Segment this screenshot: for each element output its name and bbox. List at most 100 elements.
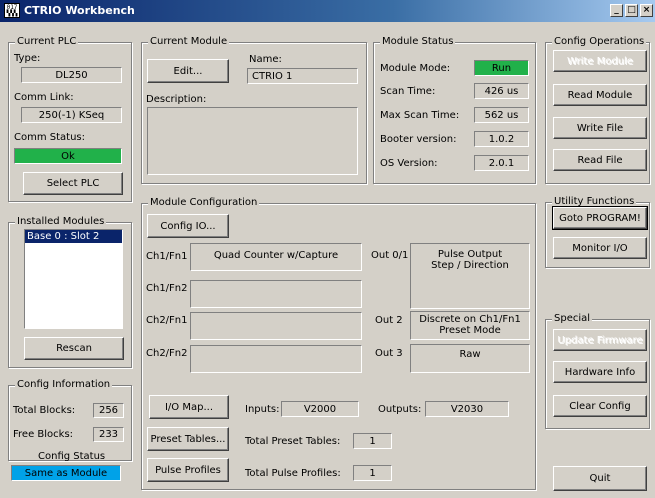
pulse-profiles-button[interactable]: Pulse Profiles [147, 458, 229, 482]
inputs-field: V2000 [281, 401, 359, 417]
booter-version-field: 1.0.2 [474, 131, 529, 147]
title-bar[interactable]: 017 ▚▚▚ CTRIO Workbench _ □ × [0, 0, 655, 22]
booter-version-label: Booter version: [380, 134, 457, 145]
comm-link-field: 250(-1) KSeq [21, 107, 122, 123]
special-label: Special [552, 313, 593, 324]
os-version-field: 2.0.1 [474, 155, 529, 171]
preset-tables-label: Preset Tables... [150, 433, 226, 445]
pulse-profiles-label: Pulse Profiles [155, 464, 221, 476]
window-title: CTRIO Workbench [24, 4, 135, 17]
quit-button[interactable]: Quit [553, 466, 647, 491]
free-blocks-field: 233 [93, 427, 124, 442]
total-pulse-profiles-label: Total Pulse Profiles: [245, 468, 341, 479]
outputs-label: Outputs: [378, 404, 422, 415]
module-mode-label: Module Mode: [380, 63, 451, 74]
out2-field: Discrete on Ch1/Fn1 Preset Mode [410, 311, 530, 340]
goto-program-button[interactable]: Goto PROGRAM! [552, 206, 648, 230]
out2-value-line2: Preset Mode [439, 325, 501, 336]
update-firmware-button[interactable]: Update Firmware [553, 329, 647, 351]
maximize-button[interactable]: □ [625, 4, 638, 17]
free-blocks-label: Free Blocks: [13, 429, 74, 440]
read-module-label: Read Module [567, 89, 633, 101]
plc-type-label: Type: [14, 53, 41, 64]
ch2fn2-field [190, 345, 362, 373]
module-status-label: Module Status [380, 36, 456, 47]
ch2fn2-label: Ch2/Fn2 [146, 348, 188, 359]
outputs-field: V2030 [425, 401, 509, 417]
current-plc-label: Current PLC [15, 36, 79, 47]
comm-status-indicator: Ok [14, 148, 122, 164]
inputs-label: Inputs: [245, 404, 280, 415]
out2-label: Out 2 [375, 315, 403, 326]
out01-field: Pulse Output Step / Direction [410, 243, 530, 309]
total-blocks-label: Total Blocks: [13, 405, 76, 416]
module-mode-indicator: Run [474, 60, 529, 76]
rescan-button[interactable]: Rescan [24, 337, 124, 360]
total-pulse-profiles-field: 1 [353, 465, 392, 481]
write-file-label: Write File [576, 122, 624, 134]
select-plc-button[interactable]: Select PLC [23, 172, 123, 195]
installed-modules-label: Installed Modules [15, 216, 107, 227]
config-io-button[interactable]: Config IO... [147, 214, 229, 238]
scan-time-field: 426 us [474, 83, 529, 99]
quit-label: Quit [589, 473, 611, 484]
minimize-button[interactable]: _ [610, 4, 623, 17]
config-io-label: Config IO... [160, 220, 216, 232]
max-scan-time-field: 562 us [474, 107, 529, 123]
description-label: Description: [146, 94, 207, 105]
close-button[interactable]: × [640, 4, 653, 17]
out3-field: Raw [410, 344, 530, 373]
monitor-io-label: Monitor I/O [572, 242, 628, 254]
clear-config-button[interactable]: Clear Config [553, 395, 647, 417]
out3-label: Out 3 [375, 348, 403, 359]
config-operations-label: Config Operations [552, 36, 647, 47]
edit-module-button[interactable]: Edit... [147, 59, 229, 83]
write-file-button[interactable]: Write File [553, 117, 647, 139]
out01-label: Out 0/1 [371, 250, 409, 261]
ch1fn2-field [190, 280, 362, 308]
os-version-label: OS Version: [380, 158, 438, 169]
read-file-label: Read File [577, 154, 623, 166]
app-icon: 017 ▚▚▚ [4, 3, 20, 18]
modules-listbox[interactable]: Base 0 : Slot 2 [24, 229, 123, 329]
module-configuration-label: Module Configuration [148, 197, 260, 208]
hardware-info-label: Hardware Info [564, 366, 636, 378]
config-status-indicator: Same as Module [11, 465, 121, 481]
current-module-label: Current Module [148, 36, 230, 47]
ch1fn2-label: Ch1/Fn2 [146, 283, 188, 294]
description-field [147, 107, 358, 175]
plc-type-field: DL250 [21, 67, 122, 83]
read-file-button[interactable]: Read File [553, 149, 647, 171]
goto-program-label: Goto PROGRAM! [559, 212, 641, 224]
monitor-io-button[interactable]: Monitor I/O [553, 237, 647, 259]
io-map-label: I/O Map... [164, 401, 213, 413]
clear-config-label: Clear Config [569, 400, 631, 412]
comm-status-label: Comm Status: [14, 132, 85, 143]
out2-value-line1: Discrete on Ch1/Fn1 [419, 314, 521, 325]
update-firmware-label: Update Firmware [557, 334, 643, 346]
comm-link-label: Comm Link: [14, 92, 74, 103]
total-blocks-field: 256 [93, 403, 124, 418]
module-name-label: Name: [249, 54, 282, 65]
io-map-button[interactable]: I/O Map... [149, 395, 229, 419]
read-module-button[interactable]: Read Module [553, 84, 647, 106]
ch2fn1-field [190, 312, 362, 340]
config-status-label: Config Status [38, 451, 106, 462]
list-item[interactable]: Base 0 : Slot 2 [25, 230, 122, 243]
ch1fn1-label: Ch1/Fn1 [146, 251, 188, 262]
total-preset-tables-field: 1 [353, 433, 392, 449]
config-info-group: Config Information [8, 379, 132, 461]
hardware-info-button[interactable]: Hardware Info [553, 361, 647, 383]
module-name-field: CTRIO 1 [247, 68, 358, 84]
utility-functions-label: Utility Functions [552, 196, 637, 207]
write-module-button[interactable]: Write Module [553, 50, 647, 72]
edit-label: Edit... [173, 65, 203, 77]
ch1fn1-field: Quad Counter w/Capture [190, 243, 362, 271]
ch2fn1-label: Ch2/Fn1 [146, 315, 188, 326]
preset-tables-button[interactable]: Preset Tables... [147, 427, 229, 451]
rescan-label: Rescan [56, 343, 92, 354]
max-scan-time-label: Max Scan Time: [380, 110, 460, 121]
config-info-label: Config Information [15, 379, 113, 390]
scan-time-label: Scan Time: [380, 86, 436, 97]
write-module-label: Write Module [567, 55, 633, 67]
